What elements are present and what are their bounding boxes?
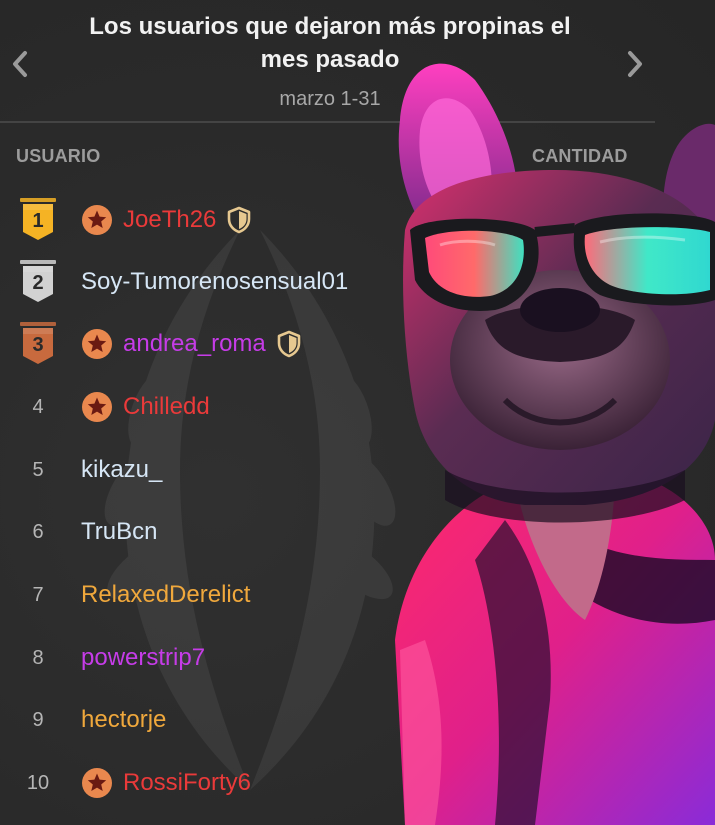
username-link[interactable]: powerstrip7 (81, 644, 205, 672)
tip-leaderboard-screen: Los usuarios que dejaron más propinas el… (0, 0, 715, 825)
username-link[interactable]: kikazu_ (81, 456, 162, 484)
moderator-shield-icon (277, 330, 301, 358)
rank-indicator: 10 (16, 761, 60, 805)
leaderboard-row[interactable]: 8 powerstrip7 (0, 636, 400, 680)
rank-indicator: 1 (16, 198, 60, 242)
username-link[interactable]: Soy-Tumorenosensual01 (81, 268, 348, 296)
username-link[interactable]: JoeTh26 (123, 206, 216, 234)
silver-medal-icon: 2 (20, 260, 56, 302)
username-link[interactable]: andrea_roma (123, 330, 266, 358)
bronze-medal-icon: 3 (20, 322, 56, 364)
rank-number: 2 (32, 272, 43, 294)
username-link[interactable]: RossiForty6 (123, 769, 251, 797)
username-link[interactable]: hectorje (81, 706, 166, 734)
rank-number: 8 (32, 646, 44, 669)
rank-indicator: 7 (16, 573, 60, 617)
leaderboard-row[interactable]: 6 TruBcn (0, 510, 400, 554)
leaderboard-row[interactable]: 7 RelaxedDerelict (0, 573, 400, 617)
chevron-left-icon (13, 51, 27, 77)
star-badge-icon (82, 768, 112, 798)
leaderboard-row[interactable]: 10 RossiForty6 (0, 761, 400, 805)
rank-indicator: 9 (16, 698, 60, 742)
leaderboard-row[interactable]: 1 JoeTh26 (0, 198, 400, 242)
rank-number: 5 (32, 458, 44, 481)
rank-indicator: 6 (16, 510, 60, 554)
rank-number: 7 (32, 583, 44, 606)
rank-number: 10 (26, 771, 50, 794)
star-badge-icon (82, 329, 112, 359)
username-link[interactable]: Chilledd (123, 393, 210, 421)
rank-number: 1 (32, 210, 43, 232)
star-badge-icon (82, 205, 112, 235)
leaderboard-row[interactable]: 3 andrea_roma (0, 322, 400, 366)
leaderboard-row[interactable]: 4 Chilledd (0, 385, 400, 429)
rank-number: 3 (32, 334, 43, 356)
rank-indicator: 8 (16, 636, 60, 680)
column-header-user: USUARIO (16, 146, 101, 166)
bulldog-illustration (395, 63, 715, 825)
rank-indicator: 5 (16, 448, 60, 492)
rank-indicator: 3 (16, 322, 60, 366)
rank-number: 4 (32, 395, 44, 418)
previous-month-button[interactable] (2, 44, 38, 84)
gold-medal-icon: 1 (20, 198, 56, 240)
username-link[interactable]: RelaxedDerelict (81, 581, 250, 609)
rank-indicator: 2 (16, 260, 60, 304)
leaderboard-row[interactable]: 5 kikazu_ (0, 448, 400, 492)
leaderboard-row[interactable]: 2 Soy-Tumorenosensual01 (0, 260, 400, 304)
rank-number: 9 (32, 708, 44, 731)
username-link[interactable]: TruBcn (81, 518, 157, 546)
star-badge-icon (82, 392, 112, 422)
rank-number: 6 (32, 520, 44, 543)
leaderboard-row[interactable]: 9 hectorje (0, 698, 400, 742)
moderator-shield-icon (227, 206, 251, 234)
rank-indicator: 4 (16, 385, 60, 429)
